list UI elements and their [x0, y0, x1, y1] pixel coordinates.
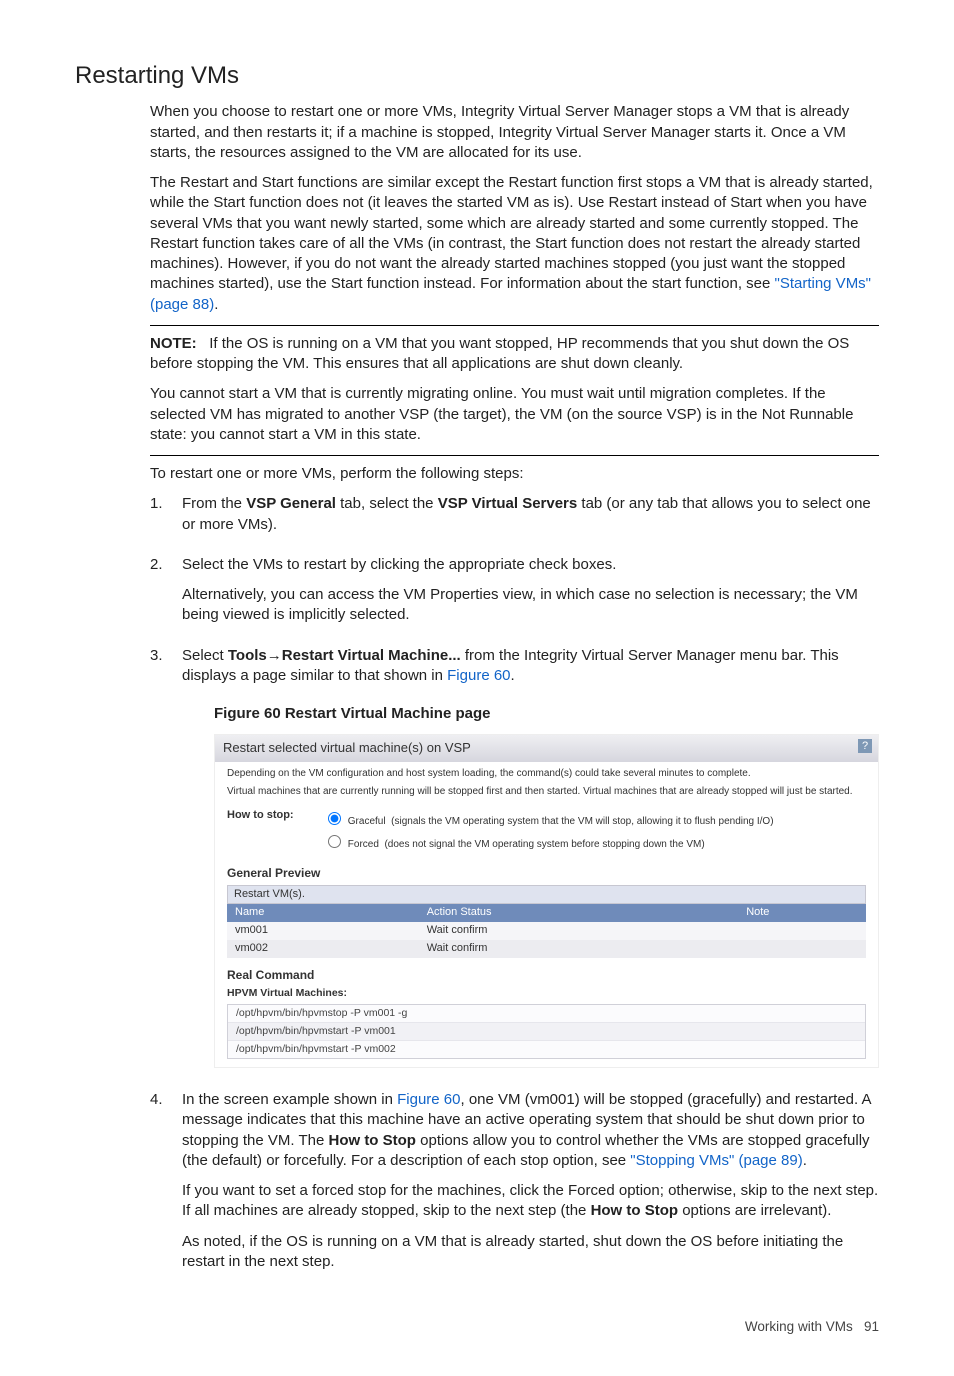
figure-caption: Figure 60 Restart Virtual Machine page — [214, 704, 879, 724]
step-text: Alternatively, you can access the VM Pro… — [182, 585, 879, 626]
how-to-stop-label: How to stop: — [227, 809, 305, 856]
bold-text: VSP General — [246, 495, 336, 512]
page-footer: Working with VMs 91 — [75, 1318, 879, 1336]
bold-text: Restart Virtual Machine... — [282, 647, 461, 664]
text-span: . — [803, 1152, 807, 1169]
text-span: The Restart and Start functions are simi… — [150, 174, 873, 292]
note-label: NOTE: — [150, 335, 197, 352]
radio-label: Forced — [348, 839, 379, 850]
step-text: In the screen example shown in Figure 60… — [182, 1090, 879, 1171]
table-row: vm001 Wait confirm — [227, 922, 866, 940]
footer-section-title: Working with VMs — [745, 1319, 853, 1334]
arrow-icon: → — [267, 647, 282, 664]
text-span: tab, select the — [336, 495, 438, 512]
link-stopping-vms[interactable]: "Stopping VMs" (page 89) — [630, 1152, 802, 1169]
panel-title: Restart selected virtual machine(s) on V… — [223, 740, 471, 755]
text-span: options are irrelevant). — [678, 1202, 831, 1219]
bold-text: VSP Virtual Servers — [438, 495, 578, 512]
col-action-status: Action Status — [419, 904, 739, 922]
cell-name: vm001 — [227, 922, 419, 940]
radio-option-forced[interactable]: Forced (does not signal the VM operating… — [323, 832, 866, 852]
command-line: /opt/hpvm/bin/hpvmstart -P vm001 — [228, 1023, 865, 1041]
radio-graceful-input[interactable] — [328, 812, 341, 825]
step-text: If you want to set a forced stop for the… — [182, 1181, 879, 1222]
section-heading: Restarting VMs — [75, 60, 879, 92]
body-paragraph: The Restart and Start functions are simi… — [150, 173, 879, 315]
general-preview-label: General Preview — [227, 866, 866, 881]
link-figure-60[interactable]: Figure 60 — [447, 667, 510, 684]
command-line: /opt/hpvm/bin/hpvmstop -P vm001 -g — [228, 1005, 865, 1023]
col-name: Name — [227, 904, 419, 922]
note-text: If the OS is running on a VM that you wa… — [150, 335, 849, 372]
bold-text: Tools — [228, 647, 267, 664]
text-span: In the screen example shown in — [182, 1091, 397, 1108]
step-text: From the VSP General tab, select the VSP… — [182, 494, 879, 535]
radio-note: (does not signal the VM operating system… — [384, 839, 704, 850]
col-note: Note — [738, 904, 866, 922]
restart-vms-table: Name Action Status Note vm001 Wait confi… — [227, 904, 866, 957]
step-text: Select Tools→Restart Virtual Machine... … — [182, 646, 879, 687]
table-caption: Restart VM(s). — [227, 885, 866, 905]
panel-titlebar: Restart selected virtual machine(s) on V… — [215, 735, 878, 761]
figure-panel: Restart selected virtual machine(s) on V… — [214, 734, 879, 1068]
body-paragraph: When you choose to restart one or more V… — [150, 102, 879, 163]
text-span: . — [511, 667, 515, 684]
step-text: As noted, if the OS is running on a VM t… — [182, 1232, 879, 1273]
divider — [150, 325, 879, 326]
cell-name: vm002 — [227, 940, 419, 958]
cell-note — [738, 940, 866, 958]
radio-note: (signals the VM operating system that th… — [391, 816, 773, 827]
panel-intro-line: Virtual machines that are currently runn… — [227, 786, 866, 799]
cell-status: Wait confirm — [419, 922, 739, 940]
step-number: 2. — [150, 555, 182, 636]
step-number: 1. — [150, 494, 182, 545]
cell-note — [738, 922, 866, 940]
bold-text: How to Stop — [591, 1202, 678, 1219]
panel-intro-line: Depending on the VM configuration and ho… — [227, 768, 866, 781]
footer-page-number: 91 — [864, 1319, 879, 1334]
radio-label: Graceful — [348, 816, 386, 827]
real-command-label: Real Command — [227, 968, 866, 983]
step-number: 4. — [150, 1090, 182, 1282]
table-row: vm002 Wait confirm — [227, 940, 866, 958]
bold-text: How to Stop — [328, 1132, 415, 1149]
help-icon[interactable]: ? — [858, 739, 872, 753]
divider — [150, 455, 879, 456]
link-figure-60[interactable]: Figure 60 — [397, 1091, 460, 1108]
text-span: From the — [182, 495, 246, 512]
step-number: 3. — [150, 646, 182, 1069]
step-text: Select the VMs to restart by clicking th… — [182, 555, 879, 575]
text-span: Select — [182, 647, 228, 664]
cell-status: Wait confirm — [419, 940, 739, 958]
command-list: /opt/hpvm/bin/hpvmstop -P vm001 -g /opt/… — [227, 1004, 866, 1059]
radio-option-graceful[interactable]: Graceful (signals the VM operating syste… — [323, 809, 866, 829]
real-command-sublabel: HPVM Virtual Machines: — [227, 987, 866, 1000]
command-line: /opt/hpvm/bin/hpvmstart -P vm002 — [228, 1041, 865, 1058]
text-span: . — [214, 296, 218, 313]
radio-forced-input[interactable] — [328, 835, 341, 848]
body-paragraph: You cannot start a VM that is currently … — [150, 384, 879, 445]
body-paragraph: To restart one or more VMs, perform the … — [150, 464, 879, 484]
note-paragraph: NOTE: If the OS is running on a VM that … — [150, 334, 879, 375]
